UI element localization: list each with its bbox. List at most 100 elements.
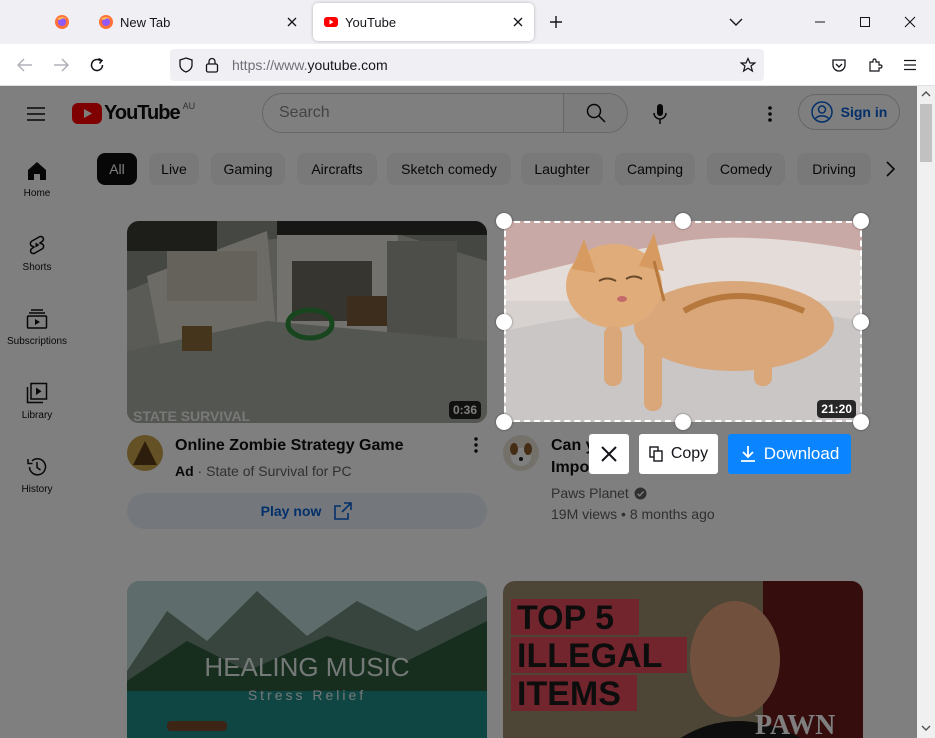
microphone-icon [653, 104, 667, 124]
channel-avatar[interactable] [127, 435, 163, 471]
address-bar[interactable]: https://www.youtube.com [170, 49, 764, 81]
upload-age: 8 months ago [629, 506, 715, 522]
shorts-icon [29, 235, 45, 255]
close-tab-icon[interactable] [280, 10, 304, 34]
chip-bar: All Live Gaming Aircrafts Sketch comedy … [97, 153, 897, 185]
sign-in-button[interactable]: Sign in [798, 94, 900, 130]
tab-title: YouTube [345, 14, 397, 30]
shield-icon[interactable] [178, 57, 194, 73]
chip-comedy[interactable]: Comedy [707, 153, 785, 185]
search-button[interactable] [563, 94, 627, 132]
settings-button[interactable] [756, 100, 784, 128]
resize-handle-right[interactable] [853, 314, 869, 330]
app-menu-button[interactable] [897, 52, 923, 78]
play-now-button[interactable]: Play now [127, 493, 487, 529]
sidebar-item-label: History [21, 484, 53, 495]
scroll-up-icon[interactable] [921, 90, 931, 98]
resize-handle-top-right[interactable] [853, 213, 869, 229]
chip-laughter[interactable]: Laughter [521, 153, 603, 185]
video-thumbnail-zombie[interactable]: STATE SURVIVAL 0:36 [127, 221, 487, 423]
scroll-down-icon[interactable] [921, 724, 931, 732]
tab-new-tab[interactable]: New Tab [88, 3, 308, 41]
maximize-icon [860, 17, 870, 27]
youtube-logo-icon [72, 103, 102, 124]
lock-icon[interactable] [205, 57, 219, 73]
firefox-icon [55, 15, 69, 29]
video-thumbnail-healing-music[interactable]: HEALING MUSIC Stress Relief [127, 581, 487, 738]
video-title[interactable]: Online Zombie Strategy Game [175, 437, 404, 455]
list-all-tabs-button[interactable] [722, 8, 750, 36]
resize-handle-top[interactable] [675, 213, 691, 229]
sidebar-item-label: Shorts [22, 262, 52, 273]
copy-label: Copy [670, 445, 709, 462]
minimize-button[interactable] [806, 8, 834, 36]
resize-handle-bottom[interactable] [675, 414, 691, 430]
resize-handle-top-left[interactable] [496, 213, 512, 229]
url-protocol: https://www. [232, 57, 308, 73]
thumb-text-line3: ITEMS [517, 675, 621, 713]
thumb-title-text: HEALING MUSIC [204, 652, 409, 682]
search-input[interactable]: Search [263, 94, 563, 132]
lake-landscape-image: HEALING MUSIC Stress Relief [127, 581, 487, 738]
resize-handle-left[interactable] [496, 314, 512, 330]
sidebar-item-home[interactable]: Home [0, 142, 74, 212]
chip-camping[interactable]: Camping [615, 153, 695, 185]
bookmark-star-icon[interactable] [740, 57, 756, 73]
chevron-right-icon[interactable] [878, 157, 902, 181]
thumb-text-line2: ILLEGAL [517, 637, 662, 675]
url-text: https://www.youtube.com [232, 57, 388, 73]
page-scrollbar[interactable] [917, 86, 935, 738]
chip-aircrafts[interactable]: Aircrafts [297, 153, 377, 185]
sidebar-item-history[interactable]: History [0, 438, 74, 508]
extensions-button[interactable] [862, 52, 888, 78]
chip-sketch-comedy[interactable]: Sketch comedy [387, 153, 511, 185]
resize-handle-bottom-left[interactable] [496, 414, 512, 430]
video-stats: 19M views • 8 months ago [551, 506, 715, 522]
youtube-favicon-icon [324, 17, 338, 27]
maximize-button[interactable] [851, 8, 879, 36]
guide-menu-icon[interactable] [24, 102, 48, 126]
history-icon [27, 458, 47, 476]
sidebar-item-shorts[interactable]: Shorts [0, 216, 74, 286]
forward-button[interactable] [48, 52, 74, 78]
external-link-icon [334, 502, 353, 520]
resize-handle-bottom-right[interactable] [853, 414, 869, 430]
chip-gaming[interactable]: Gaming [211, 153, 285, 185]
close-window-button[interactable] [896, 8, 924, 36]
close-tab-icon[interactable] [506, 10, 530, 34]
url-host: youtube.com [307, 57, 388, 73]
video-thumbnail-pawn[interactable]: TOP 5 ILLEGAL ITEMS PAWN [503, 581, 863, 738]
more-vertical-icon [768, 106, 772, 122]
logo-text: YouTube [104, 102, 181, 124]
chip-live[interactable]: Live [149, 153, 199, 185]
advertiser-name: State of Survival for PC [206, 463, 352, 479]
game-avatar-image [127, 435, 163, 471]
play-now-label: Play now [260, 503, 322, 519]
channel-name[interactable]: Paws Planet [551, 485, 629, 501]
reload-icon [90, 57, 104, 72]
cancel-screenshot-button[interactable] [589, 434, 629, 474]
download-screenshot-button[interactable]: Download [728, 434, 851, 474]
reload-button[interactable] [84, 52, 110, 78]
new-tab-button[interactable] [544, 10, 568, 34]
tab-firefox-view[interactable] [44, 3, 80, 41]
youtube-logo[interactable]: YouTube AU [72, 101, 195, 125]
copy-screenshot-button[interactable]: Copy [639, 434, 718, 474]
sidebar-item-library[interactable]: Library [0, 364, 74, 434]
voice-search-button[interactable] [640, 94, 680, 134]
screenshot-selection-box[interactable] [504, 221, 862, 422]
chip-all[interactable]: All [97, 153, 137, 185]
chip-driving[interactable]: Driving [797, 153, 871, 185]
back-button[interactable] [12, 52, 38, 78]
pocket-button[interactable] [826, 52, 852, 78]
sidebar-item-label: Subscriptions [6, 336, 68, 347]
more-vertical-icon[interactable] [474, 437, 478, 453]
tab-youtube[interactable]: YouTube [313, 3, 534, 41]
video-title-line2[interactable]: Impo [551, 459, 589, 477]
chevron-down-icon [729, 18, 743, 26]
sidebar-item-subscriptions[interactable]: Subscriptions [0, 290, 74, 360]
sidebar-item-label: Library [21, 410, 53, 421]
verified-check-icon [634, 487, 647, 499]
scrollbar-thumb[interactable] [920, 104, 932, 162]
channel-avatar[interactable] [503, 435, 539, 471]
